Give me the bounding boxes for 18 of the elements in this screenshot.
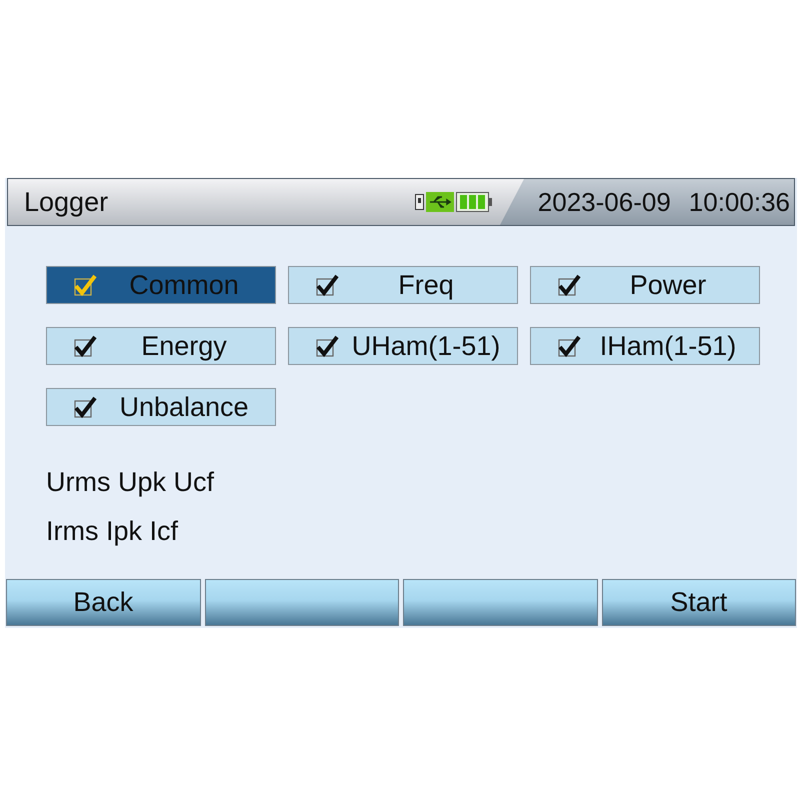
parameter-text: Urms Upk Ucf [46, 466, 215, 498]
option-button[interactable]: IHam(1-51) [530, 327, 760, 365]
time: 10:00:36 [688, 186, 790, 218]
parameter-text: Irms Ipk Icf [46, 515, 180, 547]
option-button[interactable]: Freq [288, 266, 518, 304]
option-button[interactable]: Power [530, 266, 760, 304]
memory-card-icon [415, 194, 424, 210]
softkey[interactable]: Back [6, 579, 200, 626]
usb-icon [426, 192, 454, 212]
option-button[interactable]: Energy [46, 327, 276, 365]
option-button[interactable]: Unbalance [46, 388, 276, 426]
softkey[interactable]: Start [602, 579, 796, 626]
window-title: Logger [23, 186, 110, 219]
blank-softkey[interactable] [403, 579, 598, 626]
date: 2023-06-09 [538, 186, 671, 218]
blank-softkey[interactable] [204, 579, 399, 626]
option-button[interactable]: UHam(1-51) [288, 327, 518, 365]
battery-icon [456, 192, 492, 212]
